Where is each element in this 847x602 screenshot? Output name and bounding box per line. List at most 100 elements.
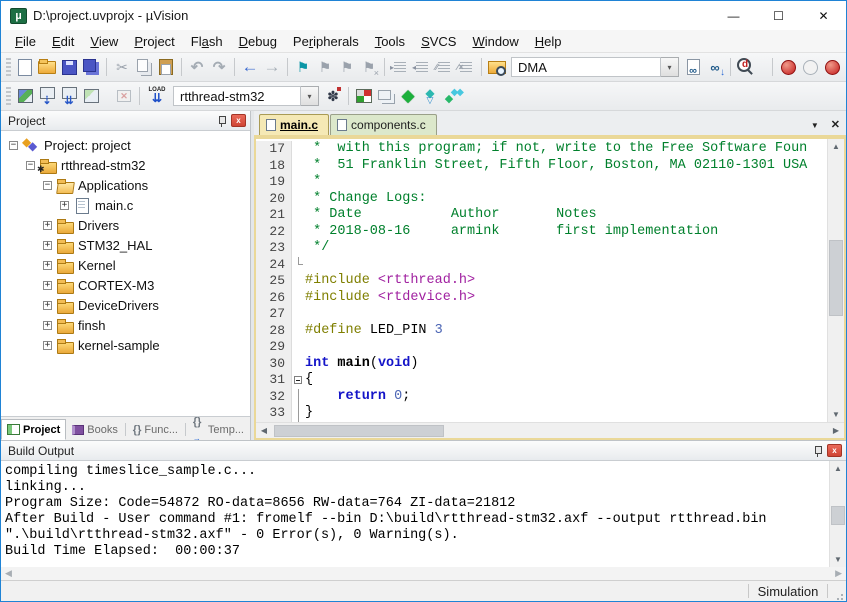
menu-flash[interactable]: Flash: [183, 32, 231, 51]
scroll-right-icon[interactable]: ▶: [828, 426, 844, 435]
tree-item-finsh[interactable]: +finsh: [1, 315, 250, 335]
bookmark-icon[interactable]: [292, 56, 314, 78]
menu-file[interactable]: File: [7, 32, 44, 51]
collapse-icon[interactable]: −: [9, 141, 18, 150]
bookmark-clear-icon[interactable]: [358, 56, 380, 78]
save-all-icon[interactable]: [80, 56, 102, 78]
scroll-down-icon[interactable]: ▼: [828, 407, 844, 422]
select-packs-icon[interactable]: [419, 85, 441, 107]
close-button[interactable]: ✕: [801, 1, 846, 30]
menu-window[interactable]: Window: [464, 32, 526, 51]
tree-item-stm32-hal[interactable]: +STM32_HAL: [1, 235, 250, 255]
manage-components-icon[interactable]: [353, 85, 375, 107]
nav-back-icon[interactable]: [239, 56, 261, 78]
expand-icon[interactable]: +: [43, 221, 52, 230]
tree-item-drivers[interactable]: +Drivers: [1, 215, 250, 235]
tree-item-main-c[interactable]: +main.c: [1, 195, 250, 215]
copy-stack-icon[interactable]: [375, 85, 397, 107]
comment-lines-icon[interactable]: [433, 56, 455, 78]
menu-project[interactable]: Project: [126, 32, 182, 51]
options-wand-icon[interactable]: [322, 85, 344, 107]
resize-grip[interactable]: [830, 583, 846, 599]
uncomment-lines-icon[interactable]: [455, 56, 477, 78]
pack-installer-icon[interactable]: [441, 85, 463, 107]
load-icon[interactable]: [144, 85, 170, 107]
breakpoint-disable-icon[interactable]: [799, 56, 821, 78]
undo-icon[interactable]: [186, 56, 208, 78]
bookmark-prev-icon[interactable]: [314, 56, 336, 78]
breakpoint-edge-icon[interactable]: [821, 56, 843, 78]
indent-icon[interactable]: [389, 56, 411, 78]
combo-dropdown-icon[interactable]: ▾: [661, 57, 679, 77]
scroll-up-icon[interactable]: ▲: [830, 461, 846, 476]
sidebar-tab-temp[interactable]: Temp...: [187, 419, 250, 440]
scroll-down-icon[interactable]: ▼: [830, 552, 846, 567]
editor-hscroll-thumb[interactable]: [274, 425, 444, 437]
menu-view[interactable]: View: [82, 32, 126, 51]
target-select-combobox[interactable]: rtthread-stm32▾: [173, 86, 319, 106]
build-output-close-button[interactable]: x: [827, 444, 842, 457]
menu-tools[interactable]: Tools: [367, 32, 413, 51]
stop-build-icon[interactable]: [113, 85, 135, 107]
expand-icon[interactable]: +: [43, 261, 52, 270]
editor-vertical-scrollbar[interactable]: ▲ ▼: [827, 139, 844, 422]
collapse-icon[interactable]: −: [26, 161, 35, 170]
find-text-combobox[interactable]: DMA▾: [511, 57, 679, 77]
redo-icon[interactable]: [208, 56, 230, 78]
scroll-up-icon[interactable]: ▲: [828, 139, 844, 154]
find-all-icon[interactable]: [735, 56, 757, 78]
new-file-icon[interactable]: [14, 56, 36, 78]
editor-horizontal-scrollbar[interactable]: ◀ ▶: [256, 422, 844, 438]
menu-edit[interactable]: Edit: [44, 32, 82, 51]
tree-item-kernel-sample[interactable]: +kernel-sample: [1, 335, 250, 355]
toolbar-grip[interactable]: [6, 87, 11, 105]
maximize-button[interactable]: ☐: [756, 1, 801, 30]
fold-collapse-icon[interactable]: [294, 376, 302, 384]
build-icon[interactable]: [36, 85, 58, 107]
caret-icon[interactable]: [102, 85, 113, 107]
build-horizontal-scrollbar[interactable]: ◀ ▶: [1, 567, 846, 580]
minimize-button[interactable]: —: [711, 1, 756, 30]
expand-icon[interactable]: +: [43, 341, 52, 350]
build-vscroll-thumb[interactable]: [831, 506, 845, 525]
save-icon[interactable]: [58, 56, 80, 78]
menu-debug[interactable]: Debug: [231, 32, 285, 51]
menu-svcs[interactable]: SVCS: [413, 32, 464, 51]
code-editor[interactable]: 17 * with this program; if not, write to…: [256, 139, 827, 422]
collapse-icon[interactable]: −: [43, 181, 52, 190]
build-vertical-scrollbar[interactable]: ▲ ▼: [829, 461, 846, 567]
incremental-find-icon[interactable]: [704, 56, 726, 78]
open-file-icon[interactable]: [36, 56, 58, 78]
breakpoint-icon[interactable]: [777, 56, 799, 78]
project-panel-close-button[interactable]: x: [231, 114, 246, 127]
translate-icon[interactable]: [14, 85, 36, 107]
nav-forward-icon[interactable]: [261, 56, 283, 78]
menu-help[interactable]: Help: [527, 32, 570, 51]
batch-build-icon[interactable]: [80, 85, 102, 107]
sidebar-tab-project[interactable]: Project: [1, 419, 66, 440]
find-text-value[interactable]: DMA: [511, 57, 661, 77]
find-in-doc-icon[interactable]: [682, 56, 704, 78]
rebuild-icon[interactable]: [58, 85, 80, 107]
cut-icon[interactable]: [111, 56, 133, 78]
document-tab-main-c[interactable]: main.c: [259, 114, 329, 135]
target-select-value[interactable]: rtthread-stm32: [173, 86, 301, 106]
scroll-left-icon[interactable]: ◀: [256, 426, 272, 435]
editor-vscroll-thumb[interactable]: [829, 240, 843, 316]
scroll-right-icon[interactable]: ▶: [835, 568, 842, 579]
bookmark-next-icon[interactable]: [336, 56, 358, 78]
pin-icon[interactable]: [813, 445, 822, 457]
menu-peripherals[interactable]: Peripherals: [285, 32, 367, 51]
expand-icon[interactable]: +: [43, 241, 52, 250]
copy-icon[interactable]: [133, 56, 155, 78]
expand-icon[interactable]: +: [43, 301, 52, 310]
scroll-left-icon[interactable]: ◀: [5, 568, 12, 579]
tree-item-kernel[interactable]: +Kernel: [1, 255, 250, 275]
manage-rte-icon[interactable]: [397, 85, 419, 107]
expand-icon[interactable]: +: [43, 321, 52, 330]
tree-item-devicedrivers[interactable]: +DeviceDrivers: [1, 295, 250, 315]
caret-icon[interactable]: [757, 56, 768, 78]
document-tab-components-c[interactable]: components.c: [330, 114, 437, 135]
tab-list-dropdown-icon[interactable]: [811, 115, 819, 133]
expand-icon[interactable]: +: [60, 201, 69, 210]
